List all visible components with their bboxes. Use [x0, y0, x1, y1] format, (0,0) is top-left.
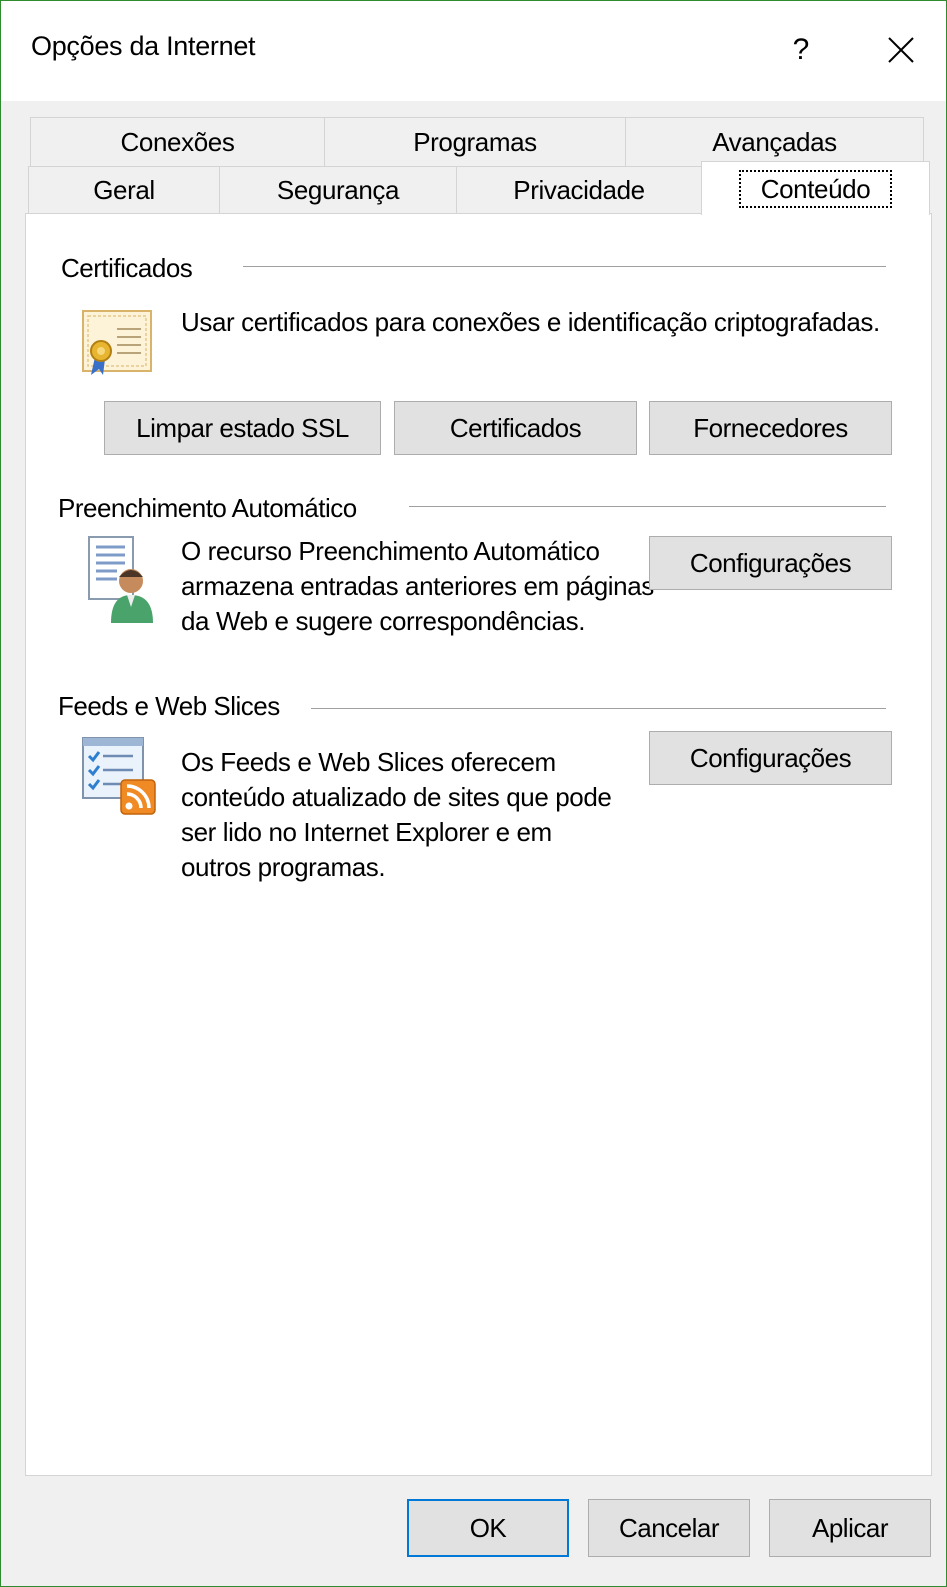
- tab-label: Privacidade: [513, 174, 645, 205]
- close-button[interactable]: [861, 15, 941, 85]
- feeds-description-line: ser lido no Internet Explorer e em: [181, 817, 552, 847]
- tab-avancadas[interactable]: Avançadas: [625, 117, 924, 167]
- tab-privacidade[interactable]: Privacidade: [456, 166, 702, 214]
- title-bar: Opções da Internet ?: [1, 1, 946, 101]
- tab-geral[interactable]: Geral: [28, 166, 220, 214]
- autocomplete-divider: [409, 506, 886, 507]
- tab-label: Conteúdo: [738, 169, 893, 208]
- autocomplete-icon: [88, 536, 153, 623]
- autocomplete-heading: Preenchimento Automático: [58, 493, 357, 524]
- feeds-description-line: conteúdo atualizado de sites que pode: [181, 782, 612, 812]
- autocomplete-description-line: da Web e sugere correspondências.: [181, 606, 586, 636]
- tab-label: Programas: [413, 126, 537, 157]
- tab-label: Conexões: [120, 126, 235, 157]
- certificates-button[interactable]: Certificados: [394, 401, 637, 455]
- tab-label: Segurança: [276, 174, 400, 205]
- certificate-icon: [82, 310, 152, 375]
- feeds-divider: [311, 708, 886, 709]
- tab-conteudo[interactable]: Conteúdo: [701, 161, 930, 215]
- tab-label: Avançadas: [712, 126, 837, 157]
- tab-seguranca[interactable]: Segurança: [219, 166, 457, 214]
- autocomplete-description-line: armazena entradas anteriores em páginas: [181, 571, 654, 601]
- publishers-button[interactable]: Fornecedores: [649, 401, 892, 455]
- internet-options-dialog: Opções da Internet ? Conexões Programas …: [0, 0, 947, 1587]
- feeds-description-line: outros programas.: [181, 852, 386, 882]
- feeds-icon: [82, 737, 156, 815]
- ok-button[interactable]: OK: [407, 1499, 569, 1557]
- certificates-divider: [243, 266, 886, 267]
- autocomplete-description-line: O recurso Preenchimento Automático: [181, 536, 600, 566]
- feeds-heading: Feeds e Web Slices: [58, 691, 280, 722]
- help-button[interactable]: ?: [766, 15, 836, 85]
- cancel-button[interactable]: Cancelar: [588, 1499, 750, 1557]
- clear-ssl-state-button[interactable]: Limpar estado SSL: [104, 401, 381, 455]
- autocomplete-description: O recurso Preenchimento Automático armaz…: [181, 534, 654, 639]
- autocomplete-settings-button[interactable]: Configurações: [649, 536, 892, 590]
- apply-button[interactable]: Aplicar: [769, 1499, 931, 1557]
- tab-programas[interactable]: Programas: [324, 117, 626, 167]
- certificates-description: Usar certificados para conexões e identi…: [181, 307, 880, 337]
- certificates-heading: Certificados: [61, 253, 193, 284]
- feeds-description: Os Feeds e Web Slices oferecem conteúdo …: [181, 745, 612, 885]
- close-icon: [888, 37, 914, 63]
- feeds-description-line: Os Feeds e Web Slices oferecem: [181, 747, 556, 777]
- window-title: Opções da Internet: [31, 31, 256, 61]
- tab-label: Geral: [93, 174, 155, 205]
- tab-conexoes[interactable]: Conexões: [30, 117, 325, 167]
- feeds-settings-button[interactable]: Configurações: [649, 731, 892, 785]
